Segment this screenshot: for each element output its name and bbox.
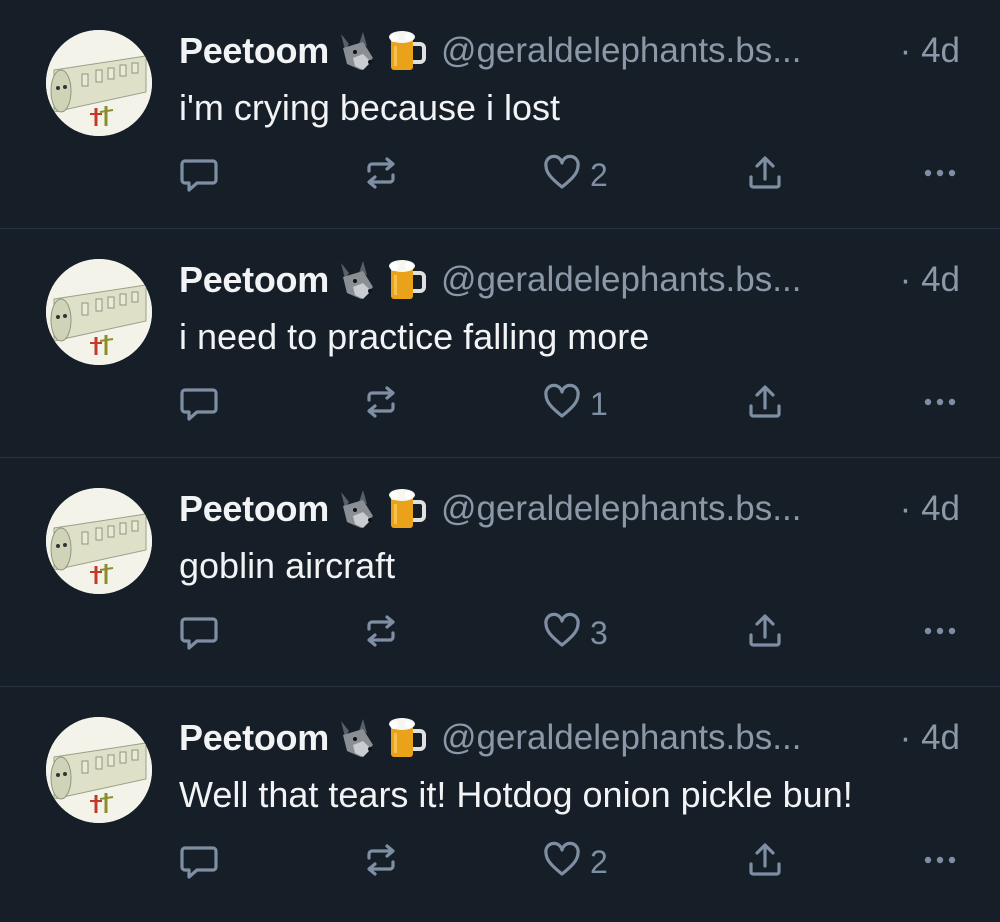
author-name[interactable]: Peetoom [179,259,329,301]
post-text: i'm crying because i lost [179,87,561,128]
post-timestamp[interactable]: · 4d [900,260,960,300]
time-value: 4d [921,260,960,299]
more-options-button[interactable] [920,610,960,656]
more-options-button[interactable] [920,381,960,427]
reply-bubble-icon [179,382,219,427]
time-separator: · [899,489,912,528]
author-name[interactable]: Peetoom [179,488,329,530]
post-feed: Peetoom @geraldelephants.bs... · 4d i'm … [0,0,1000,919]
more-options-button[interactable] [920,152,960,198]
wolf-face-icon [333,715,379,761]
avatar[interactable] [46,488,152,594]
post-actions: 2 [179,152,960,198]
post-actions: 3 [179,610,960,656]
like-button[interactable]: 1 [542,381,608,427]
time-separator: · [899,260,912,299]
avatar[interactable] [46,717,152,823]
share-upload-icon [745,611,785,656]
reply-bubble-icon [179,840,219,885]
reply-button[interactable] [179,839,219,885]
more-dots-icon [920,840,960,885]
author-handle[interactable]: @geraldelephants.bs... [441,489,801,529]
time-separator: · [899,31,912,70]
post-timestamp[interactable]: · 4d [900,31,960,71]
more-dots-icon [920,153,960,198]
author-name[interactable]: Peetoom [179,30,329,72]
repost-button[interactable] [361,839,401,885]
author-handle[interactable]: @geraldelephants.bs... [441,718,801,758]
like-button[interactable]: 2 [542,152,608,198]
author-name[interactable]: Peetoom [179,717,329,759]
share-button[interactable] [745,152,785,198]
repost-button[interactable] [361,152,401,198]
time-value: 4d [921,489,960,528]
reply-bubble-icon [179,611,219,656]
more-dots-icon [920,611,960,656]
like-button[interactable]: 2 [542,839,608,885]
heart-outline-icon [542,382,582,427]
share-button[interactable] [745,381,785,427]
repost-arrows-icon [361,153,401,198]
repost-arrows-icon [361,840,401,885]
post-timestamp[interactable]: · 4d [900,489,960,529]
repost-arrows-icon [361,611,401,656]
heart-outline-icon [542,611,582,656]
post-actions: 2 [179,839,960,885]
share-upload-icon [745,840,785,885]
reply-bubble-icon [179,153,219,198]
time-separator: · [899,718,912,757]
reply-button[interactable] [179,152,219,198]
post-item[interactable]: Peetoom [0,458,1000,687]
author-handle[interactable]: @geraldelephants.bs... [441,260,801,300]
avatar[interactable] [46,30,152,136]
post-actions: 1 [179,381,960,427]
like-button[interactable]: 3 [542,610,608,656]
beer-mug-icon [383,486,427,532]
wolf-face-icon [333,486,379,532]
post-header: Peetoom @geraldelephants.bs... · 4d [179,257,960,303]
post-item[interactable]: Peetoom [0,0,1000,229]
share-upload-icon [745,382,785,427]
beer-mug-icon [383,715,427,761]
beer-mug-icon [383,257,427,303]
like-count: 2 [590,156,608,193]
post-text: Well that tears it! Hotdog onion pickle … [179,774,853,815]
repost-button[interactable] [361,610,401,656]
wolf-face-icon [333,257,379,303]
share-button[interactable] [745,839,785,885]
repost-arrows-icon [361,382,401,427]
post-text: goblin aircraft [179,545,396,586]
more-options-button[interactable] [920,839,960,885]
like-count: 3 [590,614,608,651]
heart-outline-icon [542,840,582,885]
reply-button[interactable] [179,381,219,427]
repost-button[interactable] [361,381,401,427]
wolf-face-icon [333,28,379,74]
post-header: Peetoom @geraldelephants.bs... · 4d [179,715,960,761]
post-header: Peetoom @geraldelephants.bs... · 4d [179,486,960,532]
time-value: 4d [921,31,960,70]
heart-outline-icon [542,153,582,198]
like-count: 1 [590,385,608,422]
share-upload-icon [745,153,785,198]
post-timestamp[interactable]: · 4d [900,718,960,758]
author-handle[interactable]: @geraldelephants.bs... [441,31,801,71]
beer-mug-icon [383,28,427,74]
avatar[interactable] [46,259,152,365]
share-button[interactable] [745,610,785,656]
more-dots-icon [920,382,960,427]
time-value: 4d [921,718,960,757]
post-item[interactable]: Peetoom [0,229,1000,458]
post-text: i need to practice falling more [179,316,650,357]
like-count: 2 [590,843,608,880]
post-item[interactable]: Peetoom [0,687,1000,919]
reply-button[interactable] [179,610,219,656]
post-header: Peetoom @geraldelephants.bs... · 4d [179,28,960,74]
